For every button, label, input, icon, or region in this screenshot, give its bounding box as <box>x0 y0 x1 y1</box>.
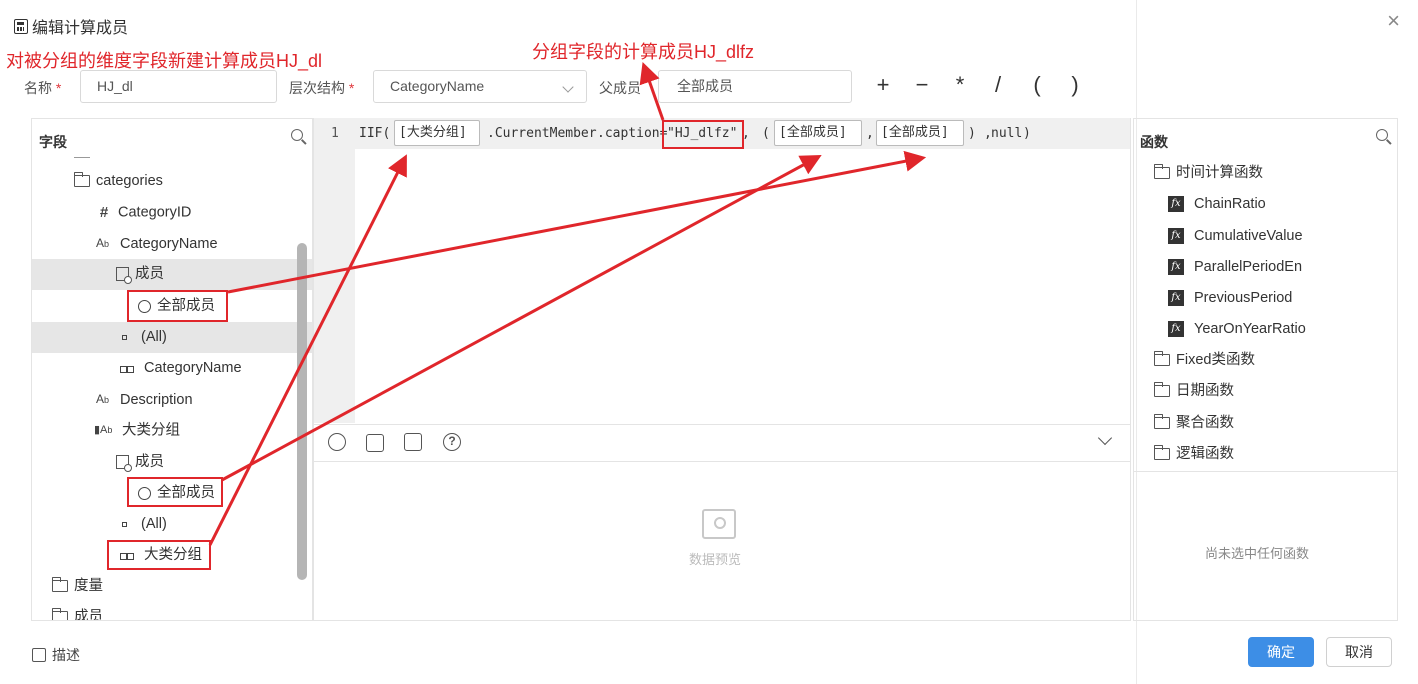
arrow-all-members-1-to-token3 <box>227 150 927 294</box>
arrow-group-level-to-token1 <box>208 154 407 546</box>
annotation-arrows <box>208 62 927 546</box>
arrow-to-top-note <box>639 62 665 121</box>
arrow-all-members-2-to-token2 <box>221 154 822 482</box>
